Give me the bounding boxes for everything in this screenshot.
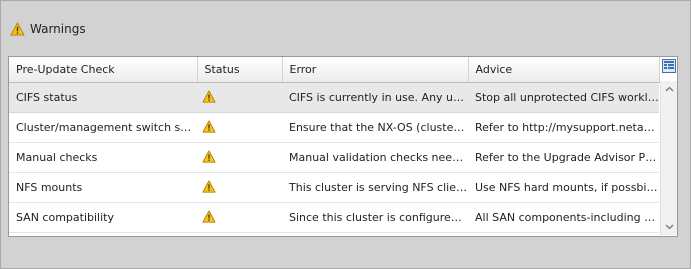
status-cell <box>197 142 282 173</box>
warning-icon <box>202 89 216 106</box>
chevron-down-icon[interactable] <box>661 219 677 235</box>
vertical-scrollbar[interactable] <box>660 81 677 235</box>
error-cell: CIFS is currently in use. Any unprotect.… <box>282 82 468 113</box>
table-row[interactable]: CIFS status CIFS is currently in use. Any… <box>9 82 659 113</box>
advice-cell: Use NFS hard mounts, if possbile. <box>468 172 659 203</box>
check-name-cell: NFS mounts <box>9 172 197 203</box>
check-name-cell: SAN compatibility <box>9 202 197 233</box>
error-cell: Ensure that the NX-OS (cluster networ... <box>282 112 468 143</box>
column-header-status[interactable]: Status <box>197 57 283 83</box>
advice-cell: Refer to the Upgrade Advisor Plan or "P.… <box>468 142 659 173</box>
table-header-row: Pre-Update Check Status Error Advice <box>9 57 660 83</box>
advice-cell: Refer to http://mysupport.netapp.com/... <box>468 112 659 143</box>
column-header-pre-update-check[interactable]: Pre-Update Check <box>9 57 198 83</box>
column-chooser-icon[interactable] <box>662 59 676 73</box>
table-row[interactable]: Manual checks Manual validation checks ne… <box>9 142 659 173</box>
warning-icon <box>202 149 216 166</box>
warnings-panel: Warnings Pre-Update Check Status Error A… <box>0 0 691 269</box>
column-chooser-glyph <box>664 61 674 69</box>
table-row[interactable]: SAN compatibility Since this cluster is c… <box>9 202 659 233</box>
chevron-up-icon[interactable] <box>661 81 677 97</box>
error-cell: This cluster is serving NFS clients. If … <box>282 172 468 203</box>
panel-title: Warnings <box>30 22 86 36</box>
table-row[interactable]: Cluster/management switch support Ensure … <box>9 112 659 143</box>
warning-icon <box>202 179 216 196</box>
check-name-cell: CIFS status <box>9 82 197 113</box>
panel-header: Warnings <box>10 19 86 39</box>
check-name-cell: Cluster/management switch support <box>9 112 197 143</box>
status-cell <box>197 82 282 113</box>
status-cell <box>197 172 282 203</box>
warning-icon <box>202 209 216 226</box>
column-header-error[interactable]: Error <box>282 57 469 83</box>
advice-cell: All SAN components-including target Da..… <box>468 202 659 233</box>
error-cell: Manual validation checks need to be p... <box>282 142 468 173</box>
warning-icon <box>202 119 216 136</box>
check-name-cell: Manual checks <box>9 142 197 173</box>
warning-icon <box>10 22 25 36</box>
status-cell <box>197 202 282 233</box>
advice-cell: Stop all unprotected CIFS workloads bef.… <box>468 82 659 113</box>
column-header-advice[interactable]: Advice <box>468 57 660 83</box>
error-cell: Since this cluster is configured for SAN… <box>282 202 468 233</box>
status-cell <box>197 112 282 143</box>
checks-table: Pre-Update Check Status Error Advice CIF… <box>9 57 660 233</box>
pre-update-checks-grid: Pre-Update Check Status Error Advice CIF… <box>8 56 678 237</box>
table-row[interactable]: NFS mounts This cluster is serving NFS cl… <box>9 172 659 203</box>
